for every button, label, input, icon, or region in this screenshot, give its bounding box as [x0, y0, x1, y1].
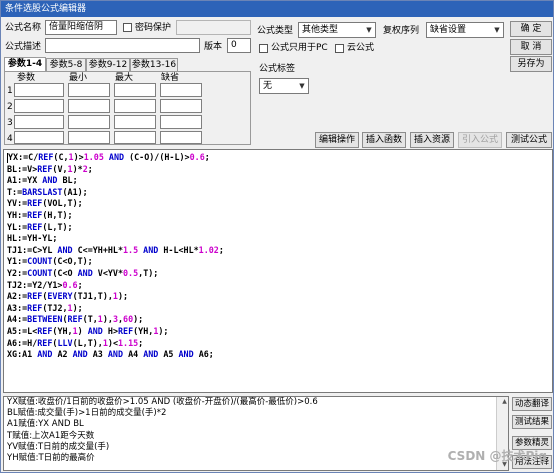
scroll-up-icon[interactable]: ▲: [497, 397, 508, 407]
chevron-down-icon: ▼: [366, 26, 372, 34]
code-line: YH:=REF(H,T);: [7, 209, 73, 220]
formula-code-editor[interactable]: YX:=C/REF(C,1)>1.05 AND (C-O)/(H-L)>0.6;…: [3, 149, 553, 393]
code-line: XG:A1 AND A2 AND A3 AND A4 AND A5 AND A6…: [7, 349, 214, 360]
param-2-max[interactable]: [114, 99, 156, 113]
version-label: 版本: [204, 42, 223, 52]
param-2-name[interactable]: [14, 99, 64, 113]
param-4-default[interactable]: [160, 131, 202, 144]
formula-editor-window: 条件选股公式编辑器 公式名称 倍量阳缩倍阴 密码保护 公式类型 其他类型 ▼ 复…: [0, 0, 554, 473]
chevron-down-icon: ▼: [494, 26, 500, 34]
cloud-label: 云公式: [347, 43, 375, 53]
param-2-min[interactable]: [68, 99, 110, 113]
code-line: A5:=L<REF(YH,1) AND H>REF(YH,1);: [7, 325, 169, 336]
info-line: YV赋值:T日前的成交量(手): [7, 441, 110, 452]
formula-type-select[interactable]: 其他类型 ▼: [298, 22, 376, 38]
tab-params-13-16[interactable]: 参数13-16: [130, 58, 178, 72]
formula-name-label: 公式名称: [5, 23, 42, 33]
info-line: YX赋值:收盘价/1日前的收盘价>1.05 AND (收盘价-开盘价)/(最高价…: [7, 397, 318, 407]
code-line: A1:=YX AND BL;: [7, 175, 78, 186]
param-3-name[interactable]: [14, 115, 64, 129]
code-line: A4:=BETWEEN(REF(T,1),3,60);: [7, 314, 144, 325]
insert-function-button[interactable]: 插入函数: [362, 132, 406, 148]
info-line: BL赋值:成交量(手)>1日前的成交量(手)*2: [7, 408, 167, 419]
formula-tag-select[interactable]: 无 ▼: [259, 78, 309, 94]
import-formula-button[interactable]: 引入公式: [458, 132, 502, 148]
translation-panel: YX赋值:收盘价/1日前的收盘价>1.05 AND (收盘价-开盘价)/(最高价…: [3, 396, 509, 471]
param-4-name[interactable]: [14, 131, 64, 144]
edit-operation-button[interactable]: 编辑操作: [315, 132, 359, 148]
test-result-button[interactable]: 测试结果: [512, 415, 552, 429]
param-row-index: 2: [7, 102, 13, 112]
param-1-name[interactable]: [14, 83, 64, 97]
param-1-min[interactable]: [68, 83, 110, 97]
param-3-default[interactable]: [160, 115, 202, 129]
code-line: T:=BARSLAST(A1);: [7, 186, 88, 197]
param-1-default[interactable]: [160, 83, 202, 97]
cancel-button[interactable]: 取 消: [510, 39, 552, 55]
param-3-max[interactable]: [114, 115, 156, 129]
tab-params-9-12[interactable]: 参数9-12: [86, 58, 130, 72]
formula-type-label: 公式类型: [257, 26, 294, 36]
param-2-default[interactable]: [160, 99, 202, 113]
info-line: YH赋值:T日前的最高价: [7, 453, 95, 464]
code-line: HL:=YH-YL;: [7, 233, 58, 244]
param-3-min[interactable]: [68, 115, 110, 129]
pc-only-checkbox[interactable]: [259, 44, 268, 53]
param-row-index: 4: [7, 134, 13, 144]
param-row-index: 3: [7, 118, 13, 128]
formula-desc-label: 公式描述: [5, 42, 42, 52]
code-line: YV:=REF(VOL,T);: [7, 198, 83, 209]
param-1-max[interactable]: [114, 83, 156, 97]
param-4-max[interactable]: [114, 131, 156, 144]
tab-params-5-8[interactable]: 参数5-8: [46, 58, 86, 72]
chevron-down-icon: ▼: [299, 82, 305, 90]
code-line: Y2:=COUNT(C<O AND V<YV*0.5,T);: [7, 267, 159, 278]
code-line: Y1:=COUNT(C<O,T);: [7, 256, 93, 267]
code-line: YX:=C/REF(C,1)>1.05 AND (C-O)/(H-L)>0.6;: [7, 152, 210, 163]
code-line: TJ1:=C>YL AND C<=YH+HL*1.5 AND H-L<HL*1.…: [7, 244, 224, 255]
rights-label: 复权序列: [383, 26, 420, 36]
formula-code: YX:=C/REF(C,1)>1.05 AND (C-O)/(H-L)>0.6;…: [7, 152, 224, 361]
tab-params-1-4[interactable]: 参数1-4: [4, 57, 46, 72]
watermark: CSDN @技术Pig: [447, 449, 547, 463]
code-line: A6:=H/REF(LLV(L,T),1)<1.15;: [7, 337, 144, 348]
insert-resource-button[interactable]: 插入资源: [410, 132, 454, 148]
save-as-button[interactable]: 另存为: [510, 56, 552, 72]
formula-tag-label: 公式标签: [259, 64, 296, 74]
code-line: A2:=REF(EVERY(TJ1,T),1);: [7, 291, 129, 302]
info-line: A1赋值:YX AND BL: [7, 419, 84, 430]
param-4-min[interactable]: [68, 131, 110, 144]
code-line: TJ2:=Y2/Y1>0.6;: [7, 279, 83, 290]
cloud-checkbox[interactable]: [335, 44, 344, 53]
rights-select[interactable]: 缺省设置 ▼: [426, 22, 504, 38]
password-input[interactable]: [176, 20, 251, 35]
pc-only-label: 公式只用于PC: [271, 43, 328, 53]
info-line: T赋值:上次A1距今天数: [7, 430, 95, 441]
dynamic-translate-button[interactable]: 动态翻译: [512, 397, 552, 411]
password-label: 密码保护: [135, 23, 172, 33]
formula-desc-input[interactable]: [45, 38, 200, 53]
code-line: YL:=REF(L,T);: [7, 221, 73, 232]
code-line: A3:=REF(TJ2,1);: [7, 302, 83, 313]
version-input[interactable]: 0: [227, 38, 251, 53]
code-line: BL:=V>REF(V,1)*2;: [7, 163, 93, 174]
params-panel: 参数 最小 最大 缺省 1 2 3 4: [4, 71, 251, 145]
ok-button[interactable]: 确 定: [510, 21, 552, 37]
param-row-index: 1: [7, 86, 13, 96]
test-formula-button[interactable]: 测试公式: [506, 132, 552, 148]
formula-name-input[interactable]: 倍量阳缩倍阴: [45, 20, 117, 35]
password-checkbox[interactable]: [123, 23, 132, 32]
window-title: 条件选股公式编辑器: [1, 1, 553, 17]
